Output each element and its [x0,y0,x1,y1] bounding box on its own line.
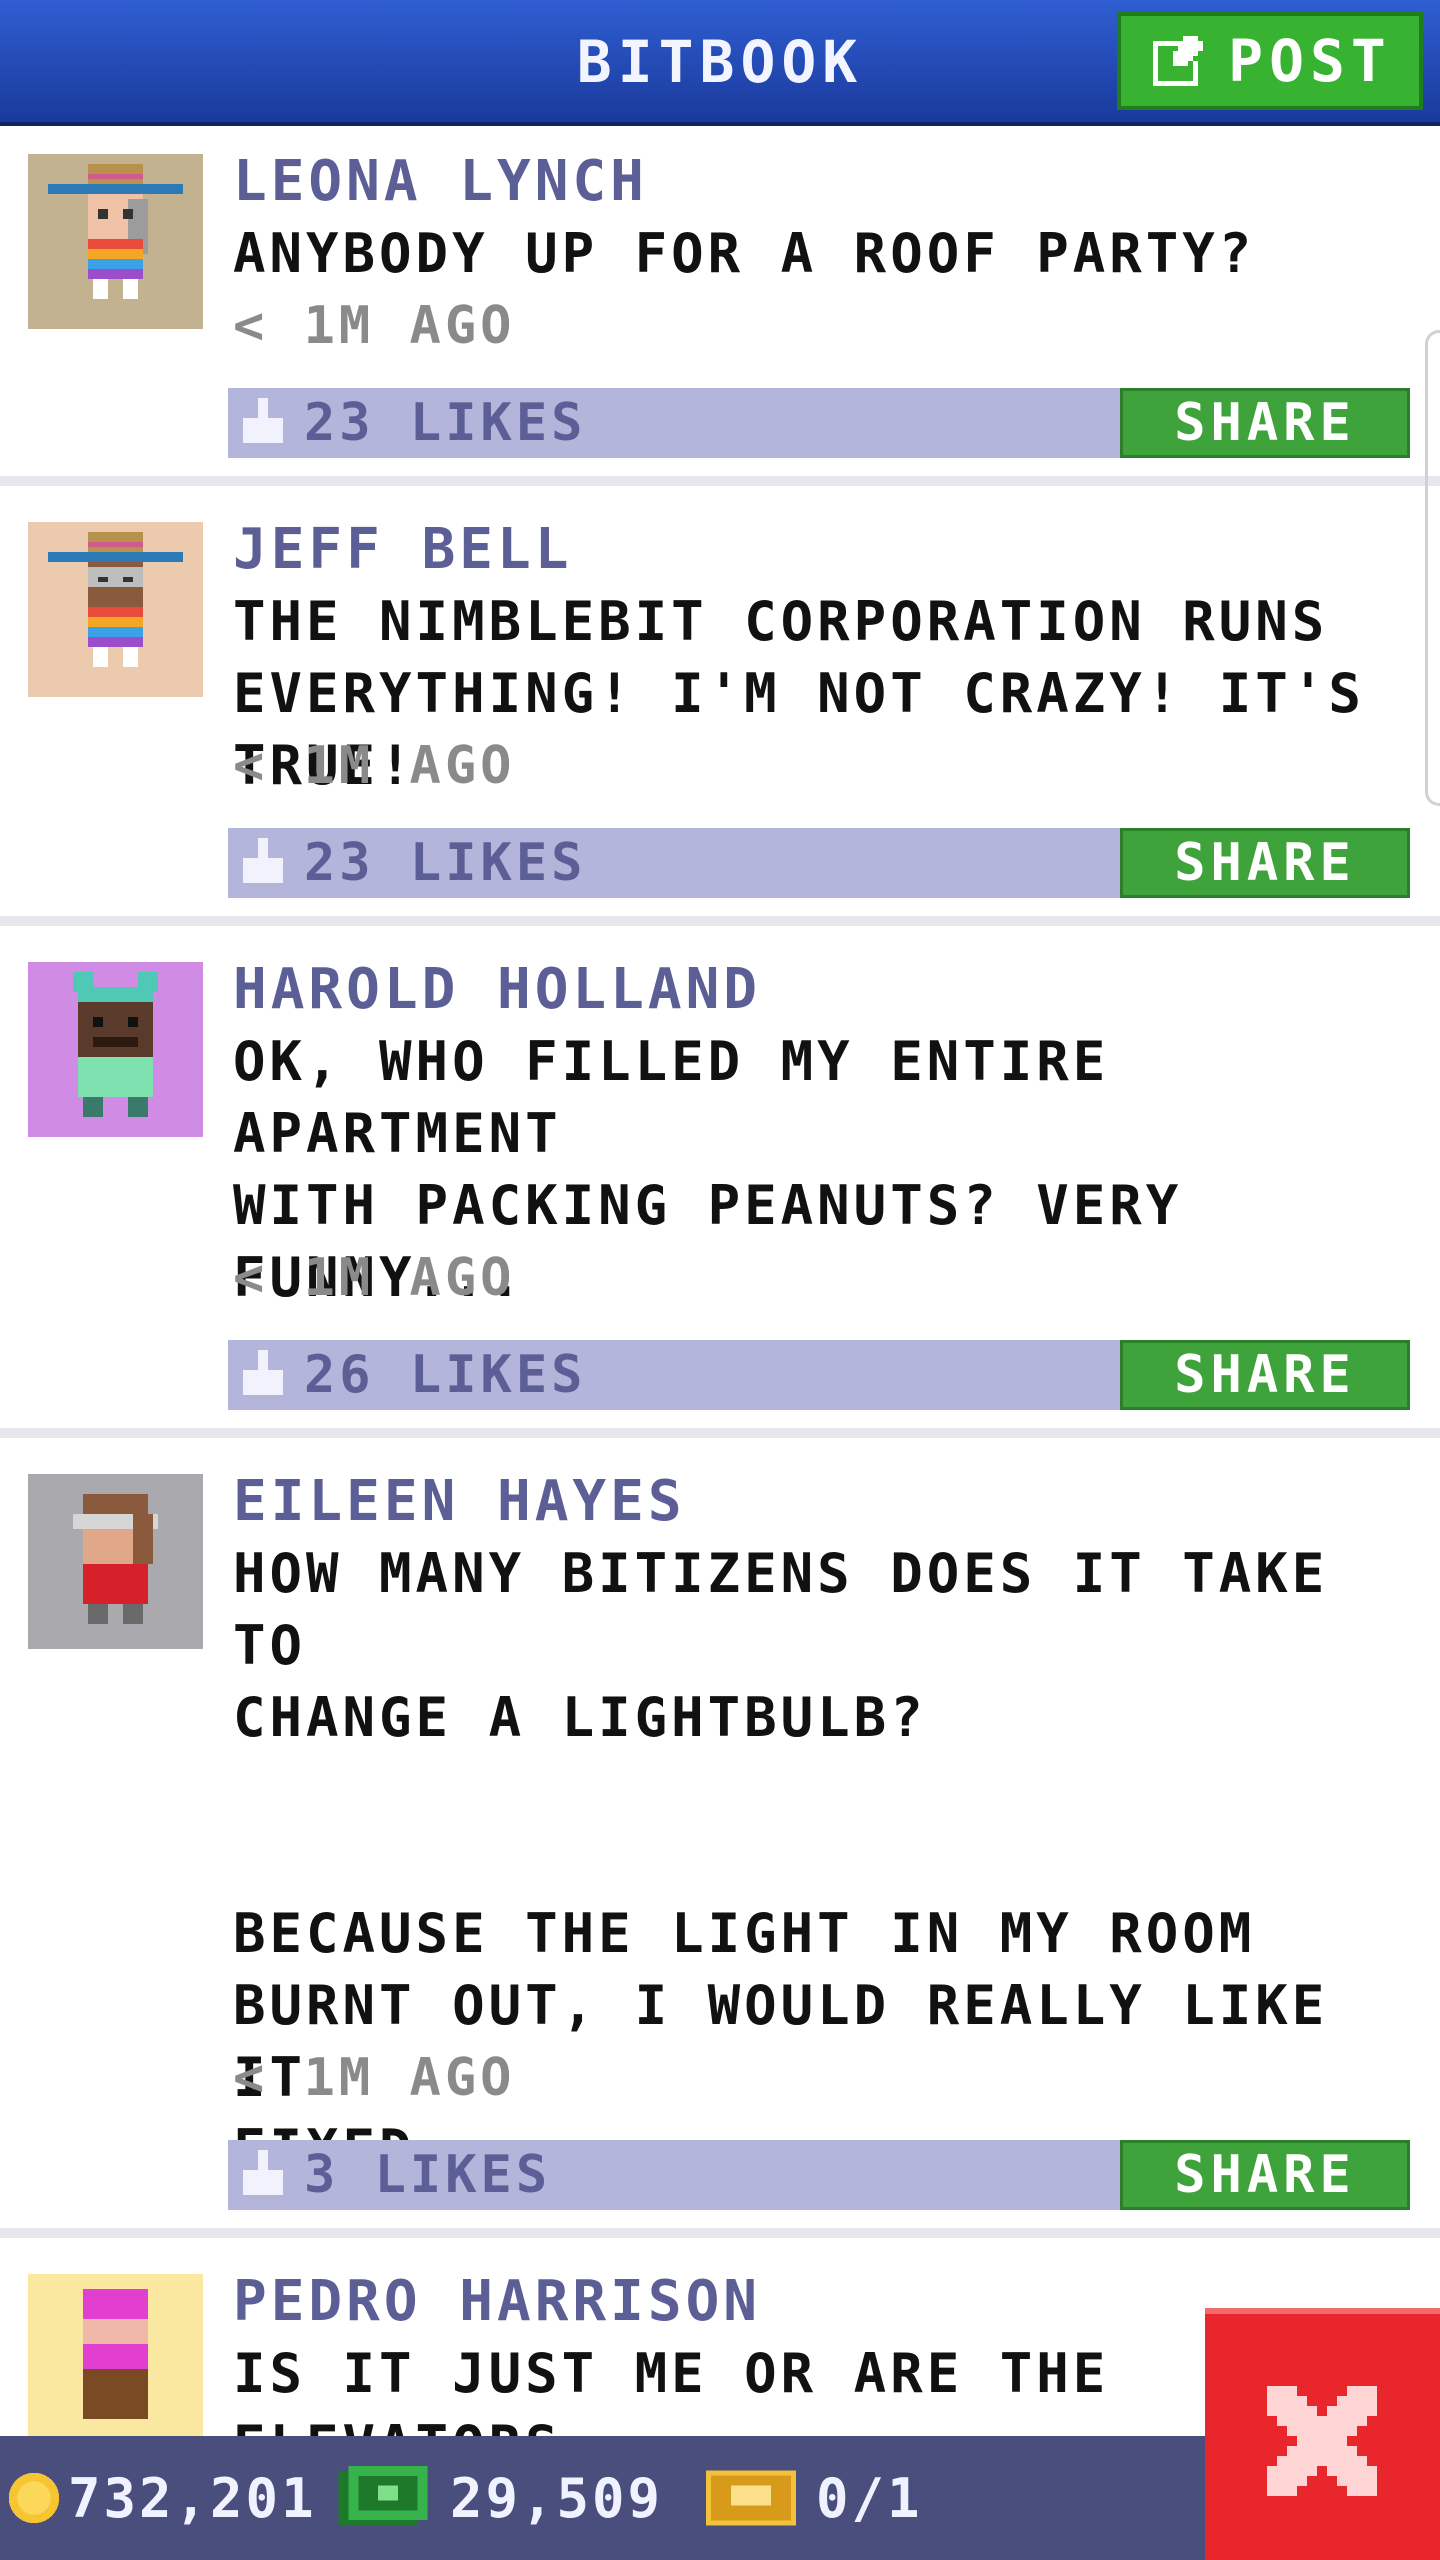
coins-stat[interactable]: 732,201 [6,2436,317,2560]
avatar[interactable] [28,1474,203,1649]
close-icon [1267,2386,1377,2496]
like-bar[interactable]: 23 LIKES SHARE [228,388,1410,458]
thumbs-up-icon [243,838,283,883]
author-name[interactable]: LEONA LYNCH [233,146,648,218]
share-button[interactable]: SHARE [1120,1340,1410,1410]
like-count: 23 LIKES [304,833,587,893]
divider [0,476,1440,486]
post-label: POST [1228,27,1392,95]
like-count: 3 LIKES [304,2145,552,2205]
like-bar[interactable]: 3 LIKES SHARE [228,2140,1410,2210]
divider [0,2228,1440,2238]
post-time: < 1M AGO [233,296,516,356]
coins-value: 732,201 [68,2466,317,2530]
feed[interactable]: LEONA LYNCH ANYBODY UP FOR A ROOF PARTY?… [0,126,1440,2436]
tickets-value: 0/1 [816,2466,923,2530]
post-time: < 1M AGO [233,1248,516,1308]
close-button[interactable] [1205,2308,1440,2560]
like-count: 26 LIKES [304,1345,587,1405]
author-name[interactable]: JEFF BELL [233,514,572,586]
scroll-indicator[interactable] [1425,330,1440,806]
divider [0,1428,1440,1438]
thumbs-up-icon [243,1350,283,1395]
divider [0,916,1440,926]
post-item: JEFF BELL THE NIMBLEBIT CORPORATION RUNS… [0,494,1440,934]
post-item: LEONA LYNCH ANYBODY UP FOR A ROOF PARTY?… [0,126,1440,486]
avatar[interactable] [28,522,203,697]
like-bar[interactable]: 23 LIKES SHARE [228,828,1410,898]
author-name[interactable]: PEDRO HARRISON [233,2266,761,2338]
post-item: HAROLD HOLLAND OK, WHO FILLED MY ENTIRE … [0,934,1440,1446]
top-bar: BITBOOK POST [0,0,1440,126]
thumbs-up-icon [243,398,283,443]
coin-icon [8,2472,60,2524]
bux-icon [338,2466,428,2526]
thumbs-up-icon [243,2150,283,2195]
edit-icon [1153,36,1204,86]
bux-stat[interactable]: 29,509 [338,2436,663,2560]
post-message: ANYBODY UP FOR A ROOF PARTY? [233,222,1256,285]
post-time: < 1M AGO [233,2048,516,2108]
share-button[interactable]: SHARE [1120,388,1410,458]
post-time: < 1M AGO [233,736,516,796]
share-button[interactable]: SHARE [1120,2140,1410,2210]
tickets-stat[interactable]: 0/1 [706,2436,923,2560]
post-item: EILEEN HAYES HOW MANY BITIZENS DOES IT T… [0,1446,1440,2246]
share-button[interactable]: SHARE [1120,828,1410,898]
like-bar[interactable]: 26 LIKES SHARE [228,1340,1410,1410]
avatar[interactable] [28,2274,203,2436]
author-name[interactable]: HAROLD HOLLAND [233,954,761,1026]
like-count: 23 LIKES [304,393,587,453]
author-name[interactable]: EILEEN HAYES [233,1466,686,1538]
avatar[interactable] [28,962,203,1137]
bux-value: 29,509 [450,2466,664,2530]
avatar[interactable] [28,154,203,329]
ticket-icon [706,2470,796,2526]
post-button[interactable]: POST [1117,12,1423,110]
